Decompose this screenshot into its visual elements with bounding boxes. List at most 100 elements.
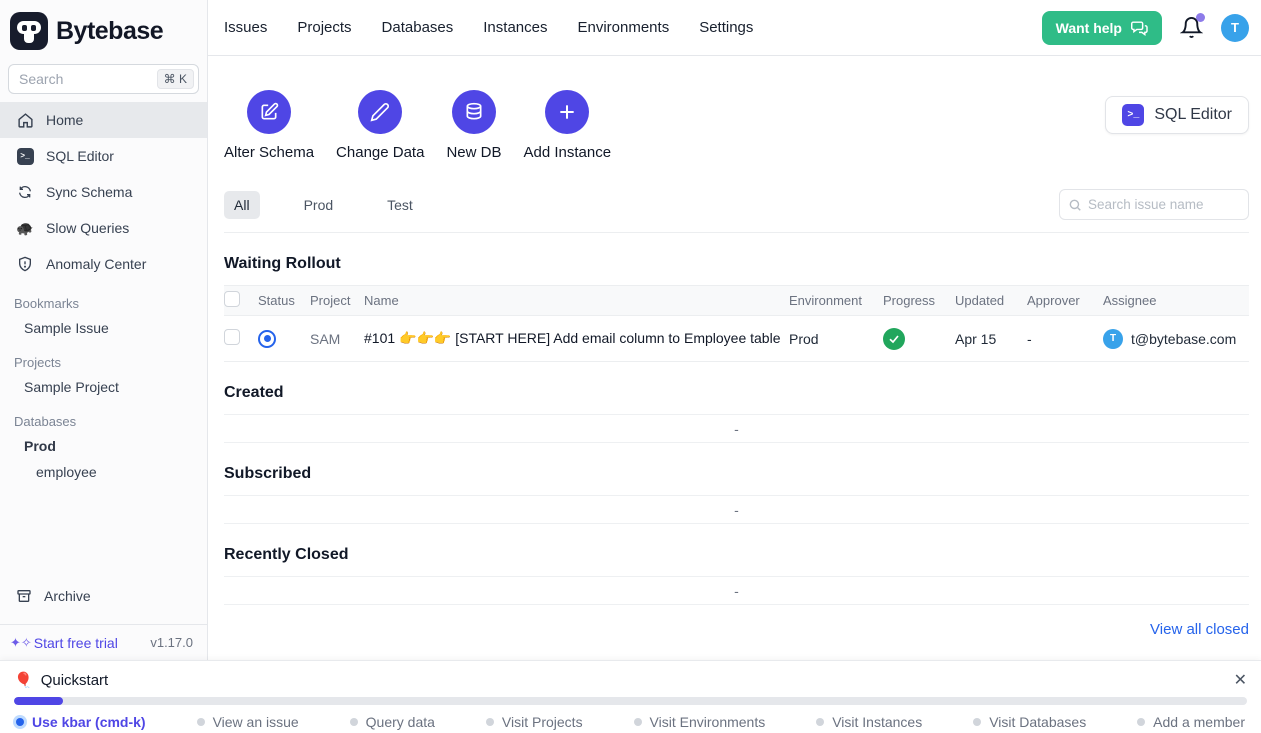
step-dot-icon [816, 718, 824, 726]
assignee-email: t@bytebase.com [1131, 331, 1236, 347]
view-all-closed-link[interactable]: View all closed [1150, 621, 1249, 638]
nav-projects[interactable]: Projects [297, 19, 351, 36]
nav-databases[interactable]: Databases [382, 19, 454, 36]
top-nav: Issues Projects Databases Instances Envi… [224, 19, 753, 36]
step-visit-environments[interactable]: Visit Environments [634, 714, 766, 730]
plus-icon [545, 90, 589, 134]
alter-schema-button[interactable]: Alter Schema [224, 90, 314, 161]
version-label: v1.17.0 [150, 635, 193, 650]
balloon-icon: 🎈 [14, 671, 33, 689]
quickstart-title: Quickstart [41, 672, 109, 689]
section-title-subscribed: Subscribed [224, 465, 1249, 483]
turtle-icon: 🐢 [16, 220, 34, 237]
step-dot-icon [634, 718, 642, 726]
issue-project: SAM [310, 331, 364, 347]
notifications-button[interactable] [1180, 16, 1203, 39]
issue-search[interactable] [1059, 189, 1249, 220]
sidebar-search[interactable]: ⌘ K [8, 64, 199, 94]
quick-action-label: Alter Schema [224, 144, 314, 161]
add-instance-button[interactable]: Add Instance [523, 90, 611, 161]
sidebar-item-prod[interactable]: Prod [0, 433, 207, 459]
sidebar-item-employee[interactable]: employee [0, 459, 207, 485]
search-icon [1068, 198, 1082, 212]
quickstart-close-button[interactable]: ✕ [1230, 669, 1251, 693]
app-root: Bytebase ⌘ K Home >_ SQL Editor [0, 0, 1261, 733]
start-free-trial-link[interactable]: ✦✧ Start free trial [10, 635, 118, 651]
sidebar-item-slow-queries[interactable]: 🐢 Slow Queries [0, 210, 207, 246]
sidebar-item-sample-issue[interactable]: Sample Issue [0, 315, 207, 341]
pencil-icon [358, 90, 402, 134]
step-view-an-issue[interactable]: View an issue [197, 714, 299, 730]
step-use-kbar[interactable]: Use kbar (cmd-k) [16, 714, 146, 730]
step-dot-icon [16, 718, 24, 726]
sidebar-item-label: SQL Editor [46, 148, 114, 164]
archive-icon [16, 588, 32, 604]
sidebar-footer: ✦✧ Start free trial v1.17.0 [0, 624, 207, 660]
chat-bubble-icon [1130, 20, 1148, 36]
sidebar-item-sync-schema[interactable]: Sync Schema [0, 174, 207, 210]
sidebar-item-label: Slow Queries [46, 220, 129, 236]
issue-name[interactable]: #101 👉👉👉 [START HERE] Add email column t… [364, 330, 789, 347]
table-header-row: Status Project Name Environment Progress… [224, 285, 1249, 316]
step-dot-icon [1137, 718, 1145, 726]
edit-box-icon [247, 90, 291, 134]
section-title-waiting-rollout: Waiting Rollout [224, 255, 1249, 273]
tab-prod[interactable]: Prod [294, 191, 344, 219]
main-region: Issues Projects Databases Instances Envi… [208, 0, 1261, 660]
sparkles-icon: ✦✧ [10, 635, 32, 651]
quick-action-label: Change Data [336, 144, 424, 161]
want-help-button[interactable]: Want help [1042, 11, 1162, 45]
step-visit-databases[interactable]: Visit Databases [973, 714, 1086, 730]
tab-all[interactable]: All [224, 191, 260, 219]
issue-updated: Apr 15 [955, 331, 1027, 347]
section-title-databases: Databases [0, 400, 207, 433]
step-visit-instances[interactable]: Visit Instances [816, 714, 922, 730]
sidebar-nav: Home >_ SQL Editor Sync Schema 🐢 Slo [0, 102, 207, 282]
search-input[interactable] [19, 71, 157, 87]
col-approver: Approver [1027, 293, 1103, 308]
sidebar-item-label: Anomaly Center [46, 256, 146, 272]
sql-editor-icon: >_ [16, 148, 34, 165]
section-title-projects: Projects [0, 341, 207, 374]
sidebar-item-home[interactable]: Home [0, 102, 207, 138]
tab-test[interactable]: Test [377, 191, 423, 219]
nav-settings[interactable]: Settings [699, 19, 753, 36]
step-dot-icon [486, 718, 494, 726]
issue-search-input[interactable] [1088, 197, 1240, 212]
header-right: Want help T [1042, 11, 1249, 45]
step-query-data[interactable]: Query data [350, 714, 435, 730]
sql-editor-icon: >_ [1122, 104, 1144, 126]
issue-row[interactable]: SAM #101 👉👉👉 [START HERE] Add email colu… [224, 316, 1249, 362]
sidebar-item-sql-editor[interactable]: >_ SQL Editor [0, 138, 207, 174]
issue-approver: - [1027, 331, 1103, 347]
sidebar-item-archive[interactable]: Archive [0, 578, 207, 614]
step-add-a-member[interactable]: Add a member [1137, 714, 1245, 730]
status-open-icon [258, 330, 276, 348]
quickstart-progress-fill [14, 697, 63, 705]
sidebar-item-sample-project[interactable]: Sample Project [0, 374, 207, 400]
col-assignee: Assignee [1103, 293, 1249, 308]
waiting-rollout-table: Status Project Name Environment Progress… [224, 285, 1249, 362]
shield-alert-icon [16, 256, 34, 272]
main-content: Alter Schema Change Data N [208, 56, 1261, 660]
col-status: Status [258, 293, 310, 308]
sql-editor-button[interactable]: >_ SQL Editor [1105, 96, 1249, 134]
bytebase-logo[interactable]: Bytebase [0, 0, 207, 56]
step-visit-projects[interactable]: Visit Projects [486, 714, 583, 730]
quick-action-label: New DB [446, 144, 501, 161]
sidebar-item-anomaly-center[interactable]: Anomaly Center [0, 246, 207, 282]
nav-environments[interactable]: Environments [577, 19, 669, 36]
select-all-checkbox[interactable] [224, 291, 240, 307]
col-updated: Updated [955, 293, 1027, 308]
user-avatar[interactable]: T [1221, 14, 1249, 42]
nav-instances[interactable]: Instances [483, 19, 547, 36]
search-shortcut-badge: ⌘ K [157, 69, 194, 89]
brand-name: Bytebase [56, 17, 163, 46]
nav-issues[interactable]: Issues [224, 19, 267, 36]
row-checkbox[interactable] [224, 329, 240, 345]
col-project: Project [310, 293, 364, 308]
new-db-button[interactable]: New DB [446, 90, 501, 161]
bytebase-logo-icon [10, 12, 48, 50]
change-data-button[interactable]: Change Data [336, 90, 424, 161]
sidebar-item-label: Home [46, 112, 83, 128]
